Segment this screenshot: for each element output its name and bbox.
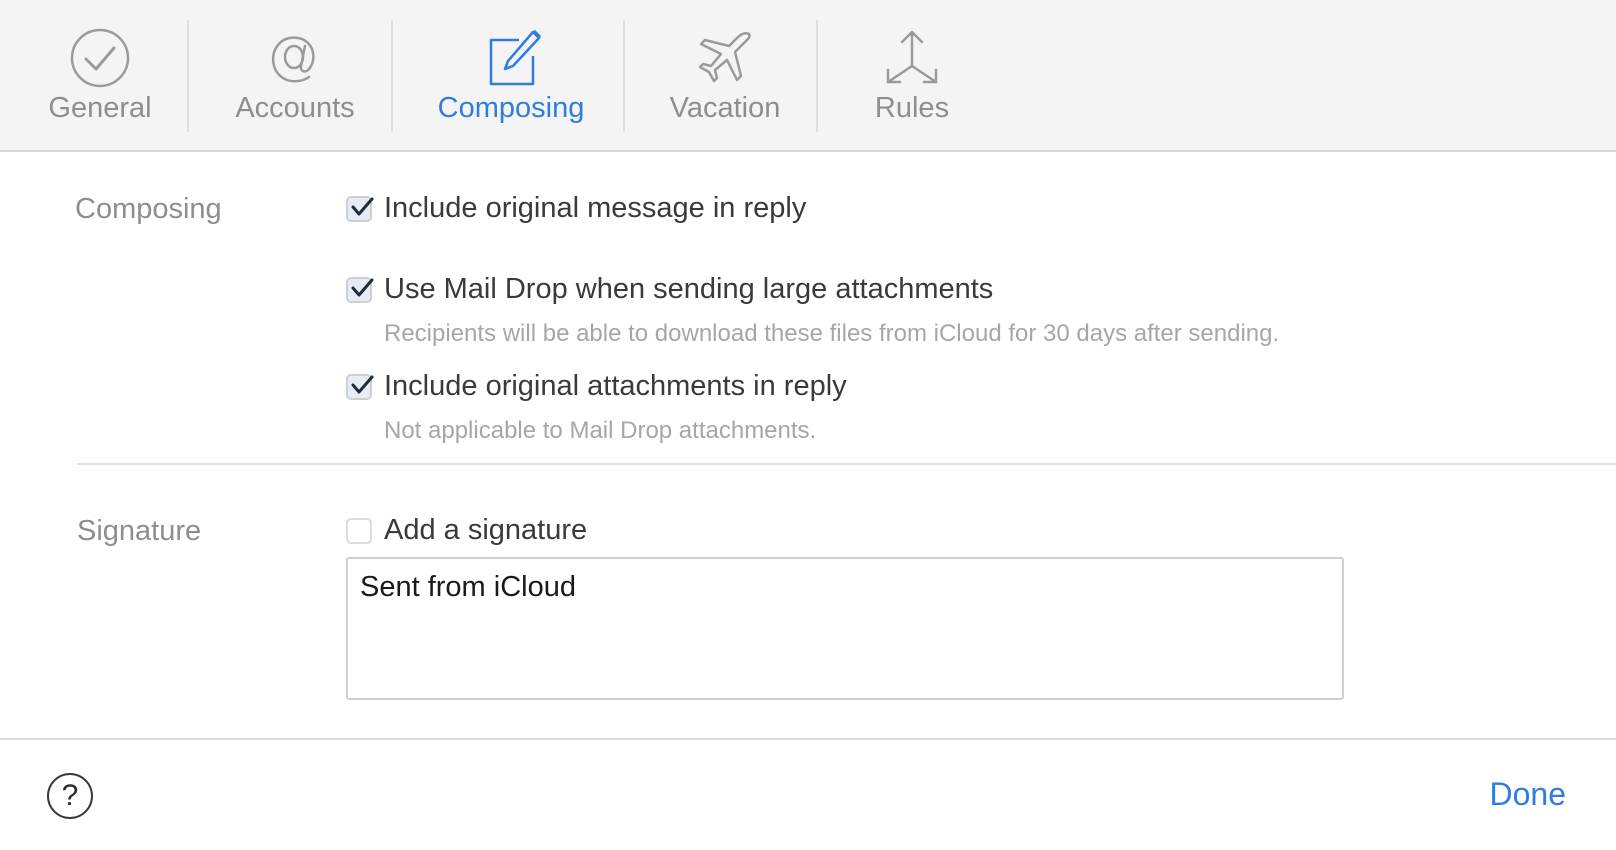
use-mail-drop-checkbox[interactable] — [346, 277, 374, 303]
composing-section-label: Composing — [75, 193, 222, 225]
mail-drop-note: Recipients will be able to download thes… — [384, 320, 1280, 347]
tab-rules-label: Rules — [874, 92, 950, 124]
include-original-message-checkbox[interactable] — [346, 196, 374, 222]
preferences-toolbar: General Accounts Composing Vacation Rule… — [0, 0, 1616, 152]
checkmark-icon — [351, 197, 374, 216]
move-arrows-icon — [886, 30, 938, 84]
tab-general[interactable]: General — [34, 0, 166, 150]
checkmark-icon — [351, 278, 374, 297]
footer-divider — [0, 738, 1616, 740]
compose-icon — [489, 30, 541, 86]
done-button[interactable]: Done — [1490, 776, 1567, 813]
include-original-attachments-checkbox[interactable] — [346, 374, 374, 400]
section-divider — [77, 463, 1616, 465]
use-mail-drop-label: Use Mail Drop when sending large attachm… — [384, 273, 994, 305]
tab-separator — [187, 20, 189, 132]
signature-textarea[interactable]: Sent from iCloud — [346, 557, 1344, 700]
help-icon: ? — [61, 779, 79, 812]
tab-vacation[interactable]: Vacation — [655, 0, 795, 150]
signature-section-label: Signature — [77, 515, 202, 547]
checkmark-icon — [351, 375, 374, 394]
tab-separator — [816, 20, 818, 132]
add-signature-label: Add a signature — [384, 514, 588, 546]
tab-accounts-label: Accounts — [235, 92, 355, 124]
tab-separator — [391, 20, 393, 132]
tab-separator — [623, 20, 625, 132]
tab-rules[interactable]: Rules — [850, 0, 974, 150]
tab-general-label: General — [48, 92, 152, 124]
include-original-message-label: Include original message in reply — [384, 192, 807, 224]
at-sign-icon — [271, 36, 315, 83]
mail-preferences-window: General Accounts Composing Vacation Rule… — [0, 0, 1616, 850]
tab-accounts[interactable]: Accounts — [220, 0, 370, 150]
airplane-icon — [698, 31, 751, 83]
attachments-note: Not applicable to Mail Drop attachments. — [384, 417, 817, 444]
checkmark-circle-icon — [70, 28, 130, 88]
add-signature-checkbox[interactable] — [346, 518, 372, 544]
tab-vacation-label: Vacation — [669, 92, 781, 124]
include-original-attachments-label: Include original attachments in reply — [384, 370, 847, 402]
tab-composing[interactable]: Composing — [420, 0, 602, 150]
tab-composing-label: Composing — [437, 92, 585, 124]
help-button[interactable]: ? — [47, 773, 93, 819]
